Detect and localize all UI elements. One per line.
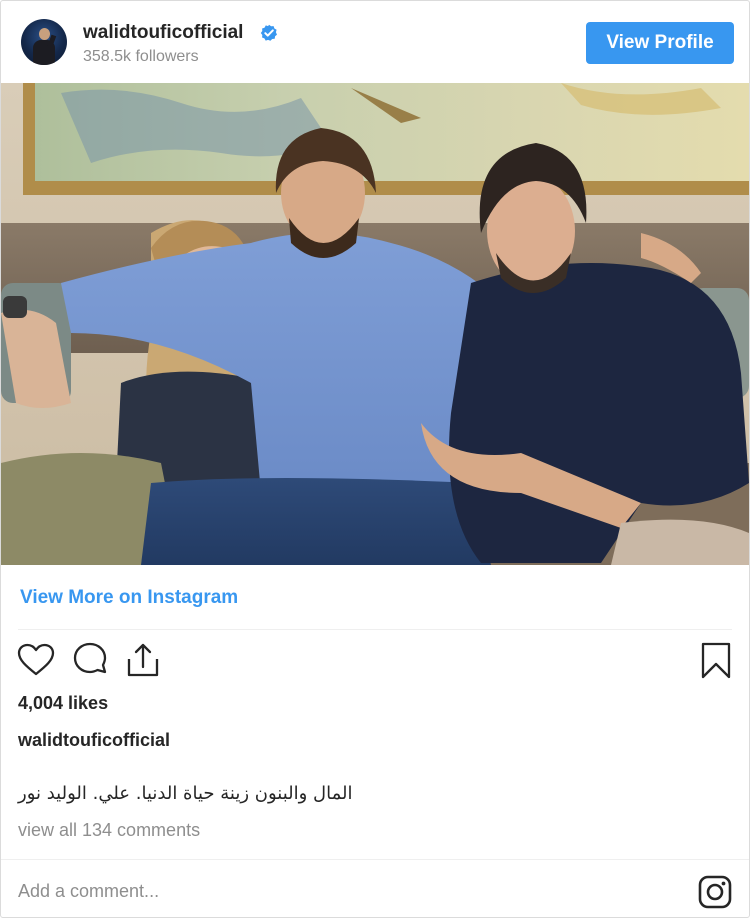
username[interactable]: walidtouficofficial bbox=[83, 22, 243, 44]
post-image[interactable] bbox=[1, 83, 749, 565]
instagram-embed-card: walidtouficofficial 358.5k followers Vie… bbox=[0, 0, 750, 918]
caption-username[interactable]: walidtouficofficial bbox=[18, 730, 170, 751]
action-bar bbox=[1, 641, 749, 685]
caption-text: المال والبنون زينة حياة الدنيا. علي. الو… bbox=[18, 783, 353, 804]
divider bbox=[1, 859, 749, 860]
add-comment-input[interactable] bbox=[18, 873, 658, 909]
comment-icon[interactable] bbox=[70, 641, 110, 681]
view-comments-link[interactable]: view all 134 comments bbox=[18, 820, 200, 841]
likes-count[interactable]: 4,004 likes bbox=[18, 693, 108, 714]
followers-count: 358.5k followers bbox=[83, 48, 199, 65]
verified-badge-icon bbox=[260, 24, 278, 42]
share-icon[interactable] bbox=[123, 641, 163, 681]
view-profile-button[interactable]: View Profile bbox=[586, 22, 734, 64]
instagram-icon[interactable] bbox=[698, 875, 732, 909]
bookmark-icon[interactable] bbox=[697, 641, 737, 681]
divider bbox=[18, 629, 732, 630]
post-header: walidtouficofficial 358.5k followers Vie… bbox=[1, 1, 749, 83]
heart-icon[interactable] bbox=[16, 641, 56, 681]
view-more-link[interactable]: View More on Instagram bbox=[20, 587, 238, 609]
avatar[interactable] bbox=[21, 19, 67, 65]
post-photo-illustration bbox=[1, 83, 749, 565]
